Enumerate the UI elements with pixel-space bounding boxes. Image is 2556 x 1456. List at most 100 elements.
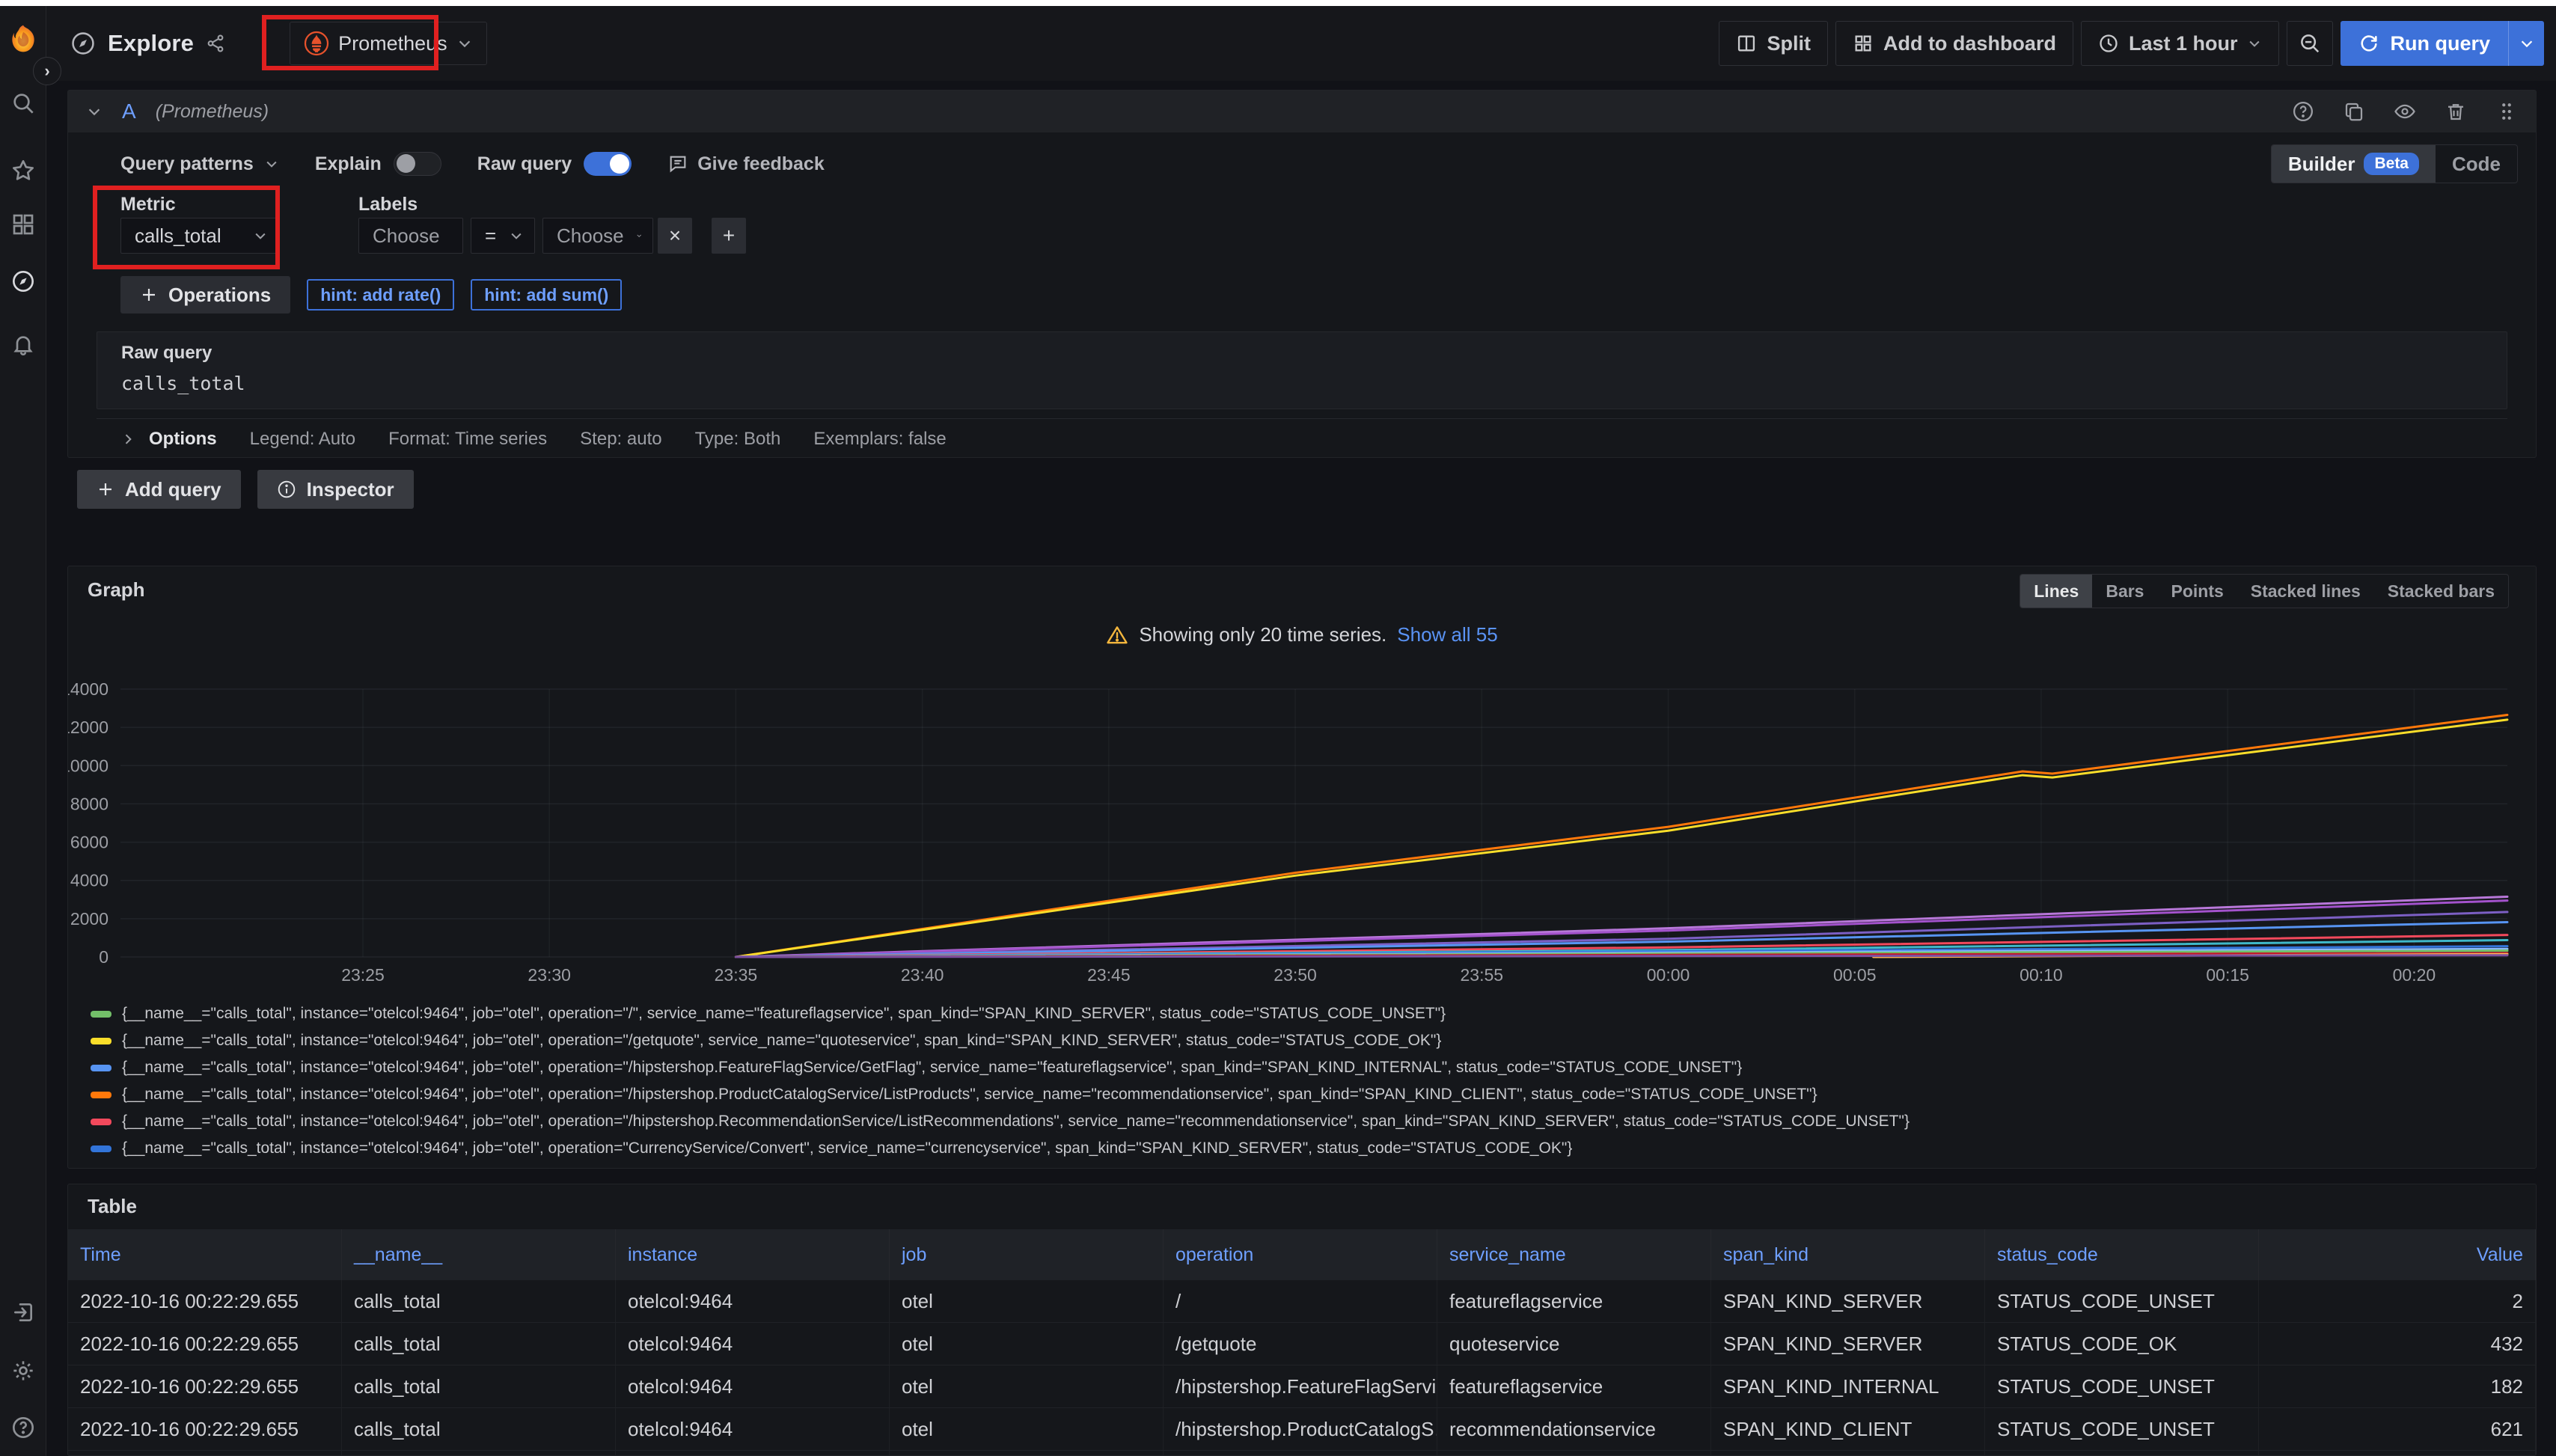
legend-label: {__name__="calls_total", instance="otelc… (122, 1032, 1441, 1050)
chevron-right-icon (120, 432, 135, 447)
remove-label-filter-button[interactable]: × (658, 218, 692, 254)
table-header-span-kind[interactable]: span_kind (1711, 1229, 1985, 1280)
run-query-button[interactable]: Run query (2341, 21, 2544, 66)
raw-query-label: Raw query (477, 153, 572, 175)
remove-query-trash-icon[interactable] (2445, 100, 2467, 123)
table-header-instance[interactable]: instance (616, 1229, 890, 1280)
table-cell: otelcol:9464 (616, 1323, 890, 1365)
table-cell: otelcol:9464 (616, 1365, 890, 1408)
label-key-select[interactable]: Choose (358, 218, 463, 254)
table-cell: otel (890, 1451, 1164, 1456)
table-header--name-[interactable]: __name__ (342, 1229, 616, 1280)
metric-select[interactable]: calls_total (120, 218, 279, 254)
table-cell: / (1164, 1280, 1437, 1323)
table-cell: 432 (2259, 1323, 2536, 1365)
raw-query-toggle[interactable] (584, 152, 632, 176)
settings-gear-icon[interactable] (11, 1359, 35, 1383)
y-axis-tick: 4000 (70, 871, 108, 890)
query-help-icon[interactable] (2292, 100, 2314, 123)
legend-item[interactable]: {__name__="calls_total", instance="otelc… (91, 1162, 2528, 1169)
legend-swatch (91, 1145, 111, 1152)
table-panel: Table Time__name__instancejoboperationse… (67, 1184, 2537, 1456)
legend-label: {__name__="calls_total", instance="otelc… (122, 1086, 1817, 1104)
give-feedback-button[interactable]: Give feedback (667, 153, 825, 175)
dashboard-grid-icon (1853, 33, 1874, 54)
options-collapse-toggle[interactable]: Options (120, 429, 217, 450)
explore-compass-icon[interactable] (11, 269, 35, 293)
zoom-out-button[interactable] (2287, 21, 2333, 66)
x-axis-tick: 23:45 (1087, 965, 1131, 985)
star-icon[interactable] (11, 159, 35, 183)
sidebar-expand-button[interactable]: › (33, 57, 61, 85)
alerting-bell-icon[interactable] (11, 332, 35, 356)
table-cell: /hipstershop.ProductCatalogS… (1164, 1408, 1437, 1451)
table-header-operation[interactable]: operation (1164, 1229, 1437, 1280)
legend-item[interactable]: {__name__="calls_total", instance="otelc… (91, 1027, 2528, 1054)
query-option-summary: Step: auto (580, 429, 661, 450)
sign-in-icon[interactable] (11, 1300, 35, 1324)
dashboards-grid-icon[interactable] (11, 212, 35, 236)
graph-mode-stacked-bars[interactable]: Stacked bars (2374, 575, 2508, 608)
refresh-icon (2358, 33, 2379, 54)
raw-query-preview: Raw query calls_total (97, 331, 2507, 409)
table-header-status-code[interactable]: status_code (1985, 1229, 2259, 1280)
duplicate-query-icon[interactable] (2343, 100, 2365, 123)
explain-toggle[interactable] (394, 152, 441, 176)
query-hint-button[interactable]: hint: add rate() (307, 279, 454, 311)
table-header-job[interactable]: job (890, 1229, 1164, 1280)
label-value-select[interactable]: Choose (542, 218, 653, 254)
split-button[interactable]: Split (1719, 21, 1828, 66)
query-option-summary: Format: Time series (388, 429, 547, 450)
table-header-value[interactable]: Value (2259, 1229, 2536, 1280)
graph-mode-points[interactable]: Points (2157, 575, 2236, 608)
collapse-chevron-icon[interactable] (86, 103, 103, 120)
inspector-button[interactable]: Inspector (257, 470, 414, 509)
graph-mode-bars[interactable]: Bars (2092, 575, 2157, 608)
time-series-chart[interactable]: 0200040006000800010000120001400023:2523:… (68, 679, 2537, 1000)
hide-response-eye-icon[interactable] (2394, 100, 2416, 123)
table-cell: /getquote (1164, 1323, 1437, 1365)
legend-item[interactable]: {__name__="calls_total", instance="otelc… (91, 1000, 2528, 1027)
table-cell: 2022-10-16 00:22:29.655 (68, 1280, 342, 1323)
label-operator-select[interactable]: = (471, 218, 535, 254)
table-cell: calls_total (342, 1323, 616, 1365)
add-label-filter-button[interactable]: + (712, 218, 746, 254)
table-header-time[interactable]: Time (68, 1229, 342, 1280)
table-cell: recommendationservice (1437, 1451, 1711, 1456)
query-option-summary: Type: Both (695, 429, 781, 450)
legend-item[interactable]: {__name__="calls_total", instance="otelc… (91, 1108, 2528, 1135)
legend-item[interactable]: {__name__="calls_total", instance="otelc… (91, 1135, 2528, 1162)
editor-mode-switch: Builder Beta Code (2271, 144, 2518, 183)
query-hint-button[interactable]: hint: add sum() (471, 279, 622, 311)
code-mode-button[interactable]: Code (2436, 145, 2517, 183)
add-query-button[interactable]: Add query (77, 470, 241, 509)
graph-mode-lines[interactable]: Lines (2020, 575, 2092, 608)
run-query-dropdown[interactable] (2508, 21, 2544, 66)
clock-icon (2098, 33, 2119, 54)
x-axis-tick: 00:05 (1833, 965, 1877, 985)
browser-top-strip (0, 0, 2556, 6)
x-axis-tick: 23:25 (341, 965, 385, 985)
search-icon[interactable] (11, 91, 35, 115)
table-cell: featureflagservice (1437, 1280, 1711, 1323)
query-patterns-button[interactable]: Query patterns (120, 153, 279, 175)
time-range-picker[interactable]: Last 1 hour (2081, 21, 2280, 66)
builder-mode-button[interactable]: Builder Beta (2272, 145, 2436, 183)
info-circle-icon (277, 480, 296, 499)
datasource-picker[interactable]: Prometheus (290, 22, 487, 65)
graph-mode-stacked-lines[interactable]: Stacked lines (2237, 575, 2374, 608)
query-row-header[interactable]: A (Prometheus) (68, 91, 2536, 132)
show-all-series-link[interactable]: Show all 55 (1397, 623, 1497, 646)
help-icon[interactable] (11, 1416, 35, 1440)
add-to-dashboard-button[interactable]: Add to dashboard (1835, 21, 2073, 66)
table-header-service-name[interactable]: service_name (1437, 1229, 1711, 1280)
grafana-logo[interactable] (7, 22, 40, 55)
legend-item[interactable]: {__name__="calls_total", instance="otelc… (91, 1054, 2528, 1081)
query-editor: A (Prometheus) Query patterns Explain Ra… (67, 90, 2537, 458)
table-cell: SPAN_KIND_SERVER (1711, 1280, 1985, 1323)
legend-item[interactable]: {__name__="calls_total", instance="otelc… (91, 1081, 2528, 1108)
share-icon[interactable] (206, 34, 225, 53)
warning-triangle-icon (1106, 624, 1128, 646)
add-operation-button[interactable]: Operations (120, 276, 290, 313)
drag-handle-icon[interactable] (2495, 100, 2518, 123)
